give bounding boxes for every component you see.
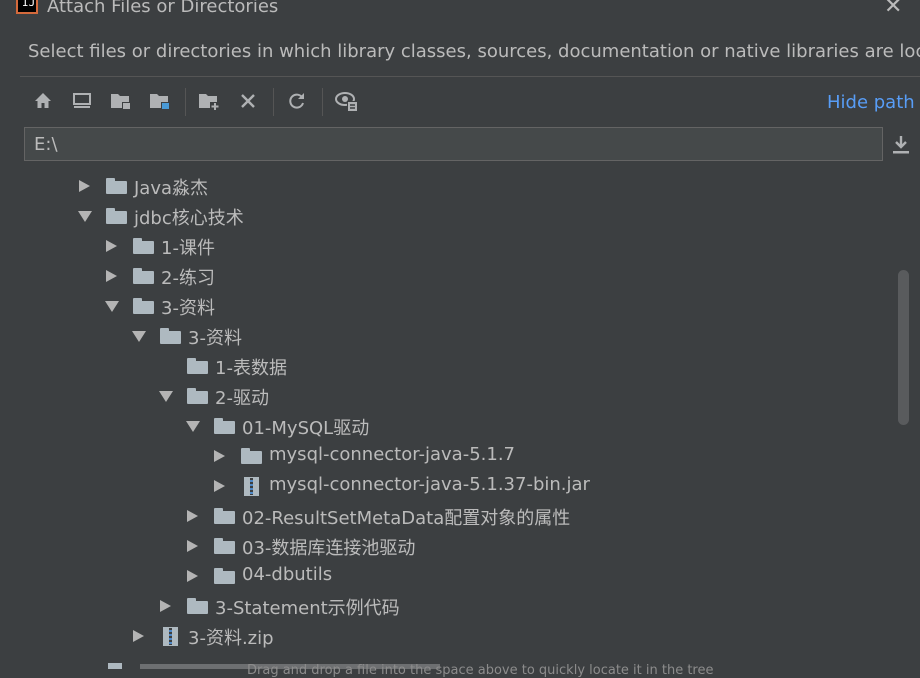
tree-node[interactable]: mysql-connector-java-5.1.37-bin.jar [20,471,900,501]
tree-node-label: 2-驱动 [215,388,269,409]
tree-node-label: 03-数据库连接池驱动 [242,538,416,559]
chevron-down-icon[interactable] [186,421,200,432]
tree-node-label: 3-Statement示例代码 [215,598,400,619]
toolbar-separator [322,88,323,116]
folder-icon [160,328,181,344]
tree-node-label: 1-表数据 [215,358,287,379]
tree-node[interactable]: 2-练习 [20,261,900,291]
tree-node[interactable]: mysql-connector-java-5.1.7 [20,441,900,471]
tree-node[interactable]: 1-表数据 [20,351,900,381]
hide-path-link[interactable]: Hide path [827,92,915,113]
desktop-button[interactable] [69,88,95,114]
tree-node[interactable]: jdbc核心技术 [20,201,900,231]
file-tree[interactable]: Java淼杰 jdbc核心技术 1-课件 2-练习 3-资料 3-资料 1-表数据 2-驱动 0… [20,168,913,658]
chevron-down-icon[interactable] [78,211,92,222]
new-folder-button[interactable] [196,88,222,114]
tree-node-label: mysql-connector-java-5.1.7 [269,444,516,465]
intellij-logo-icon: IJ [16,0,38,14]
tree-node[interactable]: 3-资料 [20,321,900,351]
tree-node-label: 2-练习 [161,268,215,289]
chevron-right-icon[interactable] [187,510,198,522]
refresh-button[interactable] [284,88,310,114]
home-icon [35,93,51,108]
chevron-right-icon[interactable] [160,600,171,612]
tree-node-label: 1-课件 [161,238,215,259]
tree-scrollbar[interactable] [898,270,909,425]
title-bar: IJ Attach Files or Directories ✕ [0,0,920,20]
chevron-right-icon[interactable] [133,630,144,642]
home-button[interactable] [30,88,56,114]
archive-icon [244,477,259,496]
delete-icon [241,94,255,108]
folder-icon [187,358,208,374]
tree-node[interactable]: 03-数据库连接池驱动 [20,531,900,561]
folder-icon [214,508,235,524]
path-input[interactable]: E:\ [24,127,883,161]
folder-icon [214,568,235,584]
delete-button[interactable] [235,88,261,114]
chevron-down-icon[interactable] [159,391,173,402]
folder-icon [133,268,154,284]
chevron-down-icon[interactable] [105,301,119,312]
folder-icon [214,538,235,554]
tree-node-label: 3-资料.zip [188,628,274,649]
tree-node[interactable]: 01-MySQL驱动 [20,411,900,441]
partially-visible-row [100,654,460,669]
tree-node-label: mysql-connector-java-5.1.37-bin.jar [269,474,590,495]
tree-node-label: 04-dbutils [242,564,333,585]
tree-node[interactable]: 3-Statement示例代码 [20,591,900,621]
chevron-right-icon[interactable] [106,270,117,282]
toolbar-separator [185,88,186,116]
chevron-right-icon[interactable] [214,480,225,492]
drag-drop-hint: Drag and drop a file into the space abov… [247,663,714,678]
chevron-down-icon[interactable] [132,331,146,342]
tree-node[interactable]: Java淼杰 [20,171,900,201]
module-folder-button[interactable] [147,88,173,114]
show-hidden-button[interactable] [334,88,360,114]
folder-icon [214,418,235,434]
show-hidden-icon [335,92,358,112]
tree-node-label: jdbc核心技术 [134,208,244,229]
tree-node-label: Java淼杰 [134,178,209,199]
tree-node-label: 02-ResultSetMetaData配置对象的属性 [242,508,571,529]
close-button[interactable]: ✕ [884,0,902,19]
folder-icon [106,178,127,194]
tree-node[interactable]: 2-驱动 [20,381,900,411]
module-folder-icon [150,94,170,110]
folder-icon [241,448,262,464]
refresh-icon [289,93,304,109]
folder-icon [133,298,154,314]
new-folder-icon [199,94,220,111]
folder-icon [187,388,208,404]
chevron-right-icon[interactable] [187,570,198,582]
chevron-right-icon[interactable] [187,540,198,552]
chevron-right-icon[interactable] [106,240,117,252]
tree-node-label: 3-资料 [161,298,215,319]
dialog-description: Select files or directories in which lib… [28,41,920,62]
tree-node[interactable]: 02-ResultSetMetaData配置对象的属性 [20,501,900,531]
tree-node[interactable]: 04-dbutils [20,561,900,591]
folder-icon [133,238,154,254]
tree-node[interactable]: 3-资料.zip [20,621,900,651]
tree-node[interactable]: 3-资料 [20,291,900,321]
dialog-title: Attach Files or Directories [47,0,279,17]
folder-icon [106,208,127,224]
chevron-right-icon[interactable] [79,180,90,192]
tree-node-label: 3-资料 [188,328,242,349]
tree-node-label: 01-MySQL驱动 [242,418,370,439]
download-button[interactable] [890,133,912,157]
divider [20,76,920,77]
desktop-icon [73,93,91,108]
folder-icon [187,598,208,614]
tree-node[interactable]: 1-课件 [20,231,900,261]
project-folder-icon [111,94,131,110]
toolbar-separator [273,88,274,116]
project-folder-button[interactable] [108,88,134,114]
download-icon [893,136,909,154]
archive-icon [163,627,178,646]
chevron-right-icon[interactable] [214,450,225,462]
